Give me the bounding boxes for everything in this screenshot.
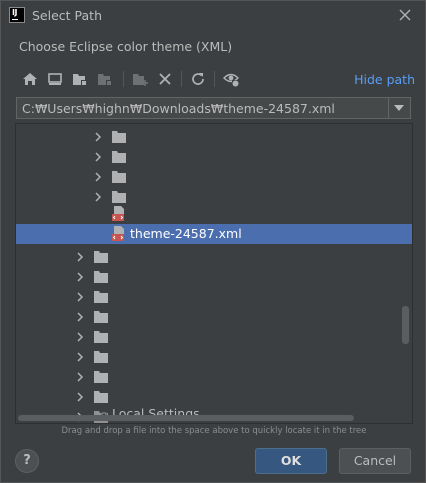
chevron-right-icon[interactable] [74,288,86,302]
help-icon: ? [23,453,31,468]
folder-icon [94,288,108,303]
path-input[interactable] [17,98,387,118]
chevron-right-icon[interactable] [74,328,86,342]
delete-icon[interactable] [156,70,174,88]
tree-row[interactable] [16,264,412,284]
tree-row[interactable] [16,324,412,344]
tree-row[interactable] [16,384,412,404]
chevron-right-icon[interactable] [92,148,104,162]
folder-icon [112,188,126,203]
path-combobox[interactable] [16,97,411,119]
folder-icon [112,128,126,143]
toolbar-separator [181,71,182,87]
toolbar: Hide path [15,67,415,91]
cancel-button[interactable]: Cancel [339,448,411,474]
chevron-right-icon[interactable] [74,388,86,402]
close-icon[interactable] [397,7,413,23]
chevron-right-icon[interactable] [74,268,86,282]
tree-row[interactable] [16,344,412,364]
tree-row[interactable] [16,164,412,184]
show-hidden-icon[interactable] [222,70,240,88]
desktop-icon[interactable] [46,70,64,88]
project-folder-icon[interactable] [71,70,89,88]
tree-row-selected[interactable]: theme-24587.xml [16,224,412,244]
chevron-right-icon[interactable] [74,368,86,382]
hide-path-link[interactable]: Hide path [354,72,415,87]
drag-drop-hint: Drag and drop a file into the space abov… [61,426,367,436]
help-button[interactable]: ? [15,449,39,473]
tree-row[interactable] [16,244,412,264]
tree-row-label: theme-24587.xml [130,226,242,241]
folder-icon [94,368,108,383]
home-icon[interactable] [21,70,39,88]
folder-icon [94,388,108,403]
intellij-app-icon [9,7,25,23]
folder-icon [94,248,108,263]
chevron-right-icon[interactable] [74,348,86,362]
dialog-description: Choose Eclipse color theme (XML) [19,39,233,54]
select-path-dialog: Select Path Choose Eclipse color theme (… [0,0,426,483]
chevron-right-icon[interactable] [92,188,104,202]
chevron-right-icon[interactable] [74,248,86,262]
chevron-down-icon[interactable] [388,98,410,118]
xml-file-icon [112,206,126,222]
tree-row[interactable] [16,124,412,144]
folder-icon [94,268,108,283]
horizontal-scrollbar[interactable] [18,415,354,421]
toolbar-separator [123,71,124,87]
chevron-right-icon[interactable] [92,168,104,182]
tree-row[interactable] [16,204,412,224]
folder-icon [112,168,126,183]
file-tree[interactable]: theme-24587.xml Local Settings [15,123,413,424]
tree-row[interactable] [16,364,412,384]
ok-button[interactable]: OK [255,448,327,474]
chevron-right-icon[interactable] [92,128,104,142]
refresh-icon[interactable] [189,70,207,88]
tree-row[interactable] [16,284,412,304]
tree-row[interactable] [16,144,412,164]
toolbar-separator [214,71,215,87]
folder-icon [94,308,108,323]
chevron-right-icon[interactable] [74,308,86,322]
folder-icon [94,328,108,343]
window-title: Select Path [32,8,102,23]
title-bar[interactable]: Select Path [1,1,425,31]
vertical-scrollbar[interactable] [402,306,409,344]
new-folder-icon[interactable] [131,70,149,88]
tree-row[interactable] [16,184,412,204]
folder-icon [94,348,108,363]
xml-file-icon [112,226,126,242]
module-folder-icon[interactable] [96,70,114,88]
folder-icon [112,148,126,163]
tree-row[interactable]: Local Settings [16,404,412,423]
tree-row[interactable] [16,304,412,324]
